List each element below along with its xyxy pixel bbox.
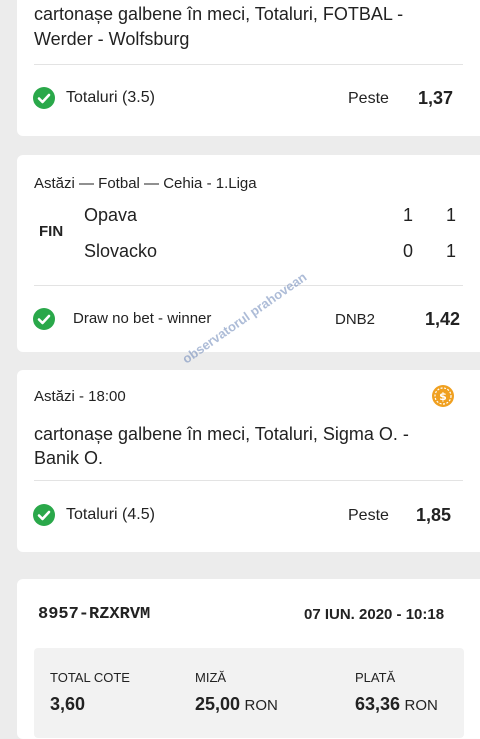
bet-pick: DNB2 <box>335 311 376 328</box>
away-team: Slovacko <box>84 241 158 261</box>
divider <box>34 64 463 65</box>
miza-amount: 25,00 RON <box>195 694 278 715</box>
check-icon <box>33 308 55 330</box>
bet-selection: Draw no bet - winner <box>73 310 212 327</box>
bet-card-3: Astăzi - 18:00 $ cartonașe galbene în me… <box>17 370 480 552</box>
home-score-ft: 1 <box>446 205 457 225</box>
plata-currency: RON <box>404 697 438 714</box>
bet-card-1: cartonașe galbene în meci, Totaluri, FOT… <box>17 0 480 136</box>
plata-label: PLATĂ <box>355 670 396 685</box>
bet-title-line2: Werder - Wolfsburg <box>34 29 190 49</box>
bet-selection: Totaluri (3.5) <box>66 89 155 106</box>
ticket-datetime: 07 IUN. 2020 - 10:18 <box>304 606 445 623</box>
bet-odds: 1,42 <box>425 309 461 329</box>
total-cote-value: 3,60 <box>50 694 86 714</box>
ticket-id: 8957-RZXRVM <box>38 605 151 624</box>
bet-title-line1: cartonașe galbene în meci, Totaluri, Sig… <box>34 424 409 444</box>
away-score-ft: 1 <box>446 241 457 261</box>
match-status: FIN <box>39 223 64 240</box>
check-icon <box>33 87 55 109</box>
ticket-summary-card: 8957-RZXRVM 07 IUN. 2020 - 10:18 TOTAL C… <box>17 579 480 739</box>
bet-pick: Peste <box>348 507 389 524</box>
miza-currency: RON <box>244 697 278 714</box>
miza-value: 25,00 <box>195 694 241 714</box>
check-icon <box>33 504 55 526</box>
total-cote-label: TOTAL COTE <box>50 670 130 685</box>
away-score-ht: 0 <box>403 241 414 261</box>
coin-icon: $ <box>432 385 454 407</box>
plata-amount: 63,36 RON <box>355 694 438 715</box>
ticket-totals-panel: TOTAL COTE 3,60 MIZĂ 25,00 RON PLATĂ 63,… <box>34 648 464 738</box>
miza-label: MIZĂ <box>195 670 227 685</box>
divider <box>34 285 463 286</box>
event-header: Astăzi - 18:00 <box>34 388 126 405</box>
bet-selection: Totaluri (4.5) <box>66 506 155 523</box>
bet-odds: 1,37 <box>418 88 454 108</box>
svg-text:$: $ <box>439 390 447 403</box>
bet-title-line1: cartonașe galbene în meci, Totaluri, FOT… <box>34 4 404 24</box>
plata-value: 63,36 <box>355 694 401 714</box>
bet-title-line2: Banik O. <box>34 448 104 468</box>
home-team: Opava <box>84 205 138 225</box>
home-score-ht: 1 <box>403 205 414 225</box>
event-header: Astăzi — Fotbal — Cehia - 1.Liga <box>34 175 257 192</box>
bet-odds: 1,85 <box>416 505 452 525</box>
divider <box>34 480 463 481</box>
bet-pick: Peste <box>348 90 389 107</box>
